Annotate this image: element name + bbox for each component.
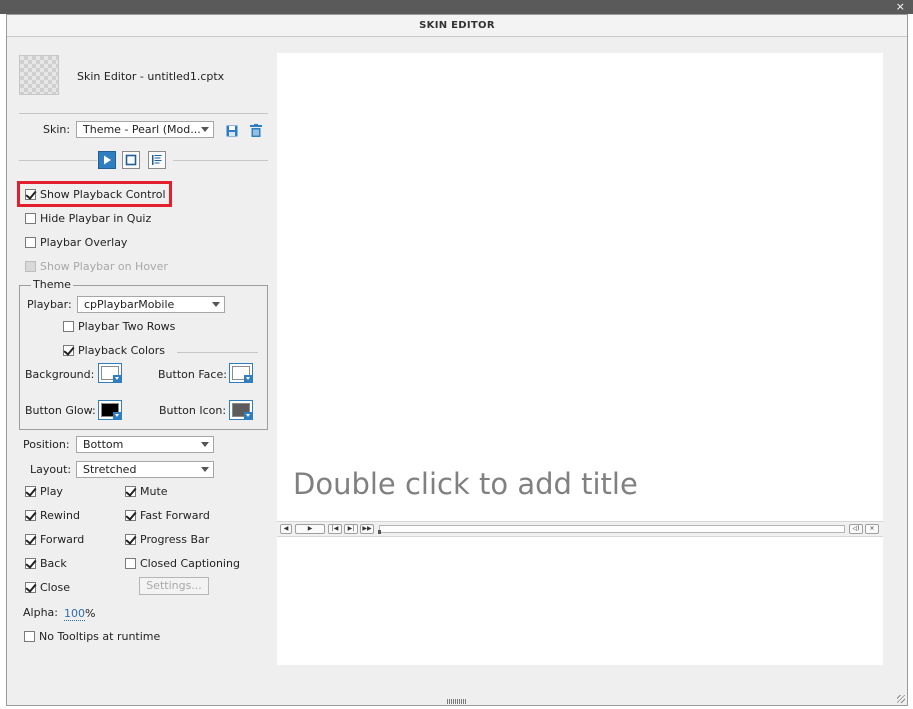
- save-icon[interactable]: [226, 125, 238, 137]
- closed-captioning-checkbox[interactable]: [125, 558, 136, 569]
- back-checkbox[interactable]: [25, 558, 36, 569]
- show-on-hover-label: Show Playbar on Hover: [40, 260, 168, 273]
- play-label: Play: [40, 485, 63, 498]
- position-label: Position:: [23, 438, 70, 451]
- play-icon: [104, 155, 111, 165]
- back-label: Back: [40, 557, 67, 570]
- chevron-down-icon: [244, 375, 252, 382]
- playbar-overlay-checkbox[interactable]: [25, 237, 36, 248]
- hide-playbar-quiz-label: Hide Playbar in Quiz: [40, 212, 152, 225]
- playbar-dropdown-value: cpPlaybarMobile: [84, 298, 175, 311]
- playbar-label: Playbar:: [27, 298, 72, 311]
- tab-borders[interactable]: [122, 151, 140, 169]
- playbar-overlay-label: Playbar Overlay: [40, 236, 128, 249]
- position-dropdown[interactable]: Bottom: [76, 436, 214, 453]
- progress-knob: [378, 530, 381, 534]
- progress-bar-checkbox[interactable]: [125, 534, 136, 545]
- rewind-checkbox[interactable]: [25, 510, 36, 521]
- chevron-down-icon: [201, 127, 209, 132]
- forward-checkbox[interactable]: [25, 534, 36, 545]
- chevron-down-icon: [113, 412, 121, 419]
- fast-forward-label: Fast Forward: [140, 509, 210, 522]
- mute-checkbox[interactable]: [125, 486, 136, 497]
- position-dropdown-value: Bottom: [83, 438, 124, 451]
- playbar-dropdown[interactable]: cpPlaybarMobile: [77, 296, 225, 313]
- progress-bar-label: Progress Bar: [140, 533, 210, 546]
- play-checkbox[interactable]: [25, 486, 36, 497]
- playback-colors-checkbox[interactable]: [63, 345, 74, 356]
- progress-track: [379, 525, 845, 533]
- playbar-preview: ◀ ▶ |◀ ▶| ▶▶ ◁) ×: [277, 521, 883, 537]
- divider: [177, 352, 258, 353]
- layout-dropdown-value: Stretched: [83, 463, 137, 476]
- divider: [173, 160, 268, 161]
- background-label: Background:: [25, 368, 95, 381]
- divider: [19, 160, 97, 161]
- project-thumbnail: [19, 55, 59, 95]
- close-icon: ×: [865, 524, 879, 534]
- skin-label: Skin:: [43, 123, 71, 136]
- background-color-swatch[interactable]: [98, 363, 122, 383]
- layout-dropdown[interactable]: Stretched: [76, 461, 214, 478]
- skin-dropdown-value: Theme - Pearl (Mod...: [83, 123, 201, 136]
- alpha-value[interactable]: 100: [64, 607, 85, 621]
- fast-forward-icon: ▶▶: [360, 524, 374, 534]
- settings-button: Settings...: [139, 577, 209, 595]
- chevron-down-icon: [113, 375, 121, 382]
- playbar-two-rows-label: Playbar Two Rows: [78, 320, 176, 333]
- rewind-label: Rewind: [40, 509, 80, 522]
- button-face-color-swatch[interactable]: [229, 363, 253, 383]
- forward-label: Forward: [40, 533, 85, 546]
- playback-colors-label: Playback Colors: [78, 344, 166, 357]
- chevron-down-icon: [201, 467, 209, 472]
- playbar-two-rows-checkbox[interactable]: [63, 321, 74, 332]
- skin-editor-window: SKIN EDITOR Skin Editor - untitled1.cptx…: [6, 14, 908, 706]
- tab-toc[interactable]: [148, 151, 166, 169]
- button-icon-label: Button Icon:: [159, 404, 227, 417]
- top-strip: ×: [0, 0, 913, 14]
- alpha-unit: %: [85, 607, 96, 620]
- back-icon: ▶|: [344, 524, 358, 534]
- title-placeholder[interactable]: Double click to add title: [293, 467, 638, 501]
- skin-dropdown[interactable]: Theme - Pearl (Mod...: [76, 121, 214, 138]
- toc-icon: [152, 155, 162, 165]
- chevron-down-icon: [201, 442, 209, 447]
- border-icon: [125, 154, 137, 166]
- no-tooltips-label: No Tooltips at runtime: [39, 630, 161, 643]
- mute-icon: ◁): [849, 524, 863, 534]
- toc-toggle-icon: ◀: [280, 524, 292, 534]
- play-icon: ▶: [295, 524, 325, 534]
- window-title: SKIN EDITOR: [7, 15, 907, 37]
- chevron-down-icon: [244, 412, 252, 419]
- stage-preview[interactable]: Double click to add title ◀ ▶ |◀ ▶| ▶▶ ◁…: [277, 53, 883, 665]
- theme-legend: Theme: [31, 278, 73, 291]
- resize-corner-icon[interactable]: [897, 695, 905, 703]
- divider: [19, 113, 268, 114]
- alpha-label: Alpha:: [23, 606, 58, 619]
- close-label: Close: [40, 581, 70, 594]
- show-on-hover-checkbox: [25, 261, 36, 272]
- button-face-label: Button Face:: [158, 368, 227, 381]
- trash-icon[interactable]: [250, 124, 262, 137]
- fast-forward-checkbox[interactable]: [125, 510, 136, 521]
- show-playback-label: Show Playback Control: [40, 188, 166, 201]
- mute-label: Mute: [140, 485, 168, 498]
- hide-playbar-quiz-checkbox[interactable]: [25, 213, 36, 224]
- close-icon[interactable]: ×: [896, 0, 905, 14]
- resize-grip[interactable]: [447, 699, 467, 704]
- button-glow-color-swatch[interactable]: [98, 400, 122, 420]
- show-playback-checkbox[interactable]: [25, 189, 36, 200]
- button-icon-color-swatch[interactable]: [229, 400, 253, 420]
- close-checkbox[interactable]: [25, 582, 36, 593]
- layout-label: Layout:: [30, 463, 72, 476]
- chevron-down-icon: [212, 302, 220, 307]
- closed-captioning-label: Closed Captioning: [140, 557, 240, 570]
- no-tooltips-checkbox[interactable]: [24, 631, 35, 642]
- project-title: Skin Editor - untitled1.cptx: [77, 70, 225, 83]
- rewind-icon: |◀: [328, 524, 342, 534]
- button-glow-label: Button Glow:: [25, 404, 96, 417]
- tab-playbar[interactable]: [98, 151, 116, 169]
